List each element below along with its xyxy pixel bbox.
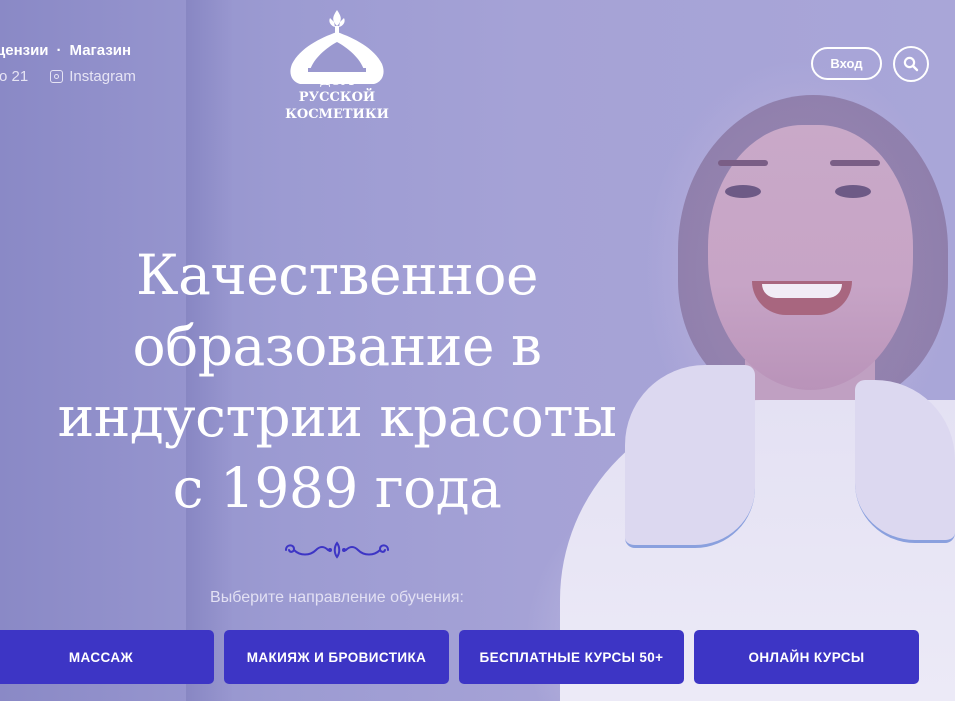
instagram-link[interactable]: Instagram [69,68,136,85]
top-nav: цензии · Магазин [0,42,131,59]
login-button[interactable]: Вход [811,47,882,80]
photo-brow-left [718,160,768,166]
free-courses-50-button[interactable]: БЕСПЛАТНЫЕ КУРСЫ 50+ [459,630,684,684]
hero-title-line-1: Качественное [136,243,539,307]
search-button[interactable] [893,46,929,82]
photo-eye-left [725,185,761,198]
makeup-brows-button[interactable]: МАКИЯЖ И БРОВИСТИКА [224,630,449,684]
search-icon [903,56,919,72]
online-courses-button[interactable]: ОНЛАЙН КУРСЫ [694,630,919,684]
photo-teeth [762,284,842,298]
nav-link-shop[interactable]: Магазин [70,42,132,59]
schedule-text: о 21 [0,68,29,85]
photo-brow-right [830,160,880,166]
hero-title-line-2: образование в [132,314,542,378]
top-subline: о 21 Instagram [0,68,136,85]
nav-link-reviews[interactable]: цензии [0,42,49,59]
instagram-icon[interactable] [50,70,64,83]
logo-line-2: РУССКОЙ [298,90,376,105]
logo-line-3: КОСМЕТИКИ [285,107,389,122]
logo-line-1: ДОМ [319,74,355,88]
photo-eye-right [835,185,871,198]
hero-title-line-3: индустрии красоты [57,385,617,449]
hero-title-line-4: с 1989 года [172,456,502,520]
hero-title: Качественное образование в индустрии кра… [0,240,674,524]
direction-prompt: Выберите направление обучения: [210,589,464,606]
ornament-divider-icon [285,541,389,559]
nav-separator: · [56,42,62,59]
massage-button[interactable]: МАССАЖ [0,630,214,684]
site-logo[interactable]: ДОМ РУССКОЙ КОСМЕТИКИ [278,8,396,126]
